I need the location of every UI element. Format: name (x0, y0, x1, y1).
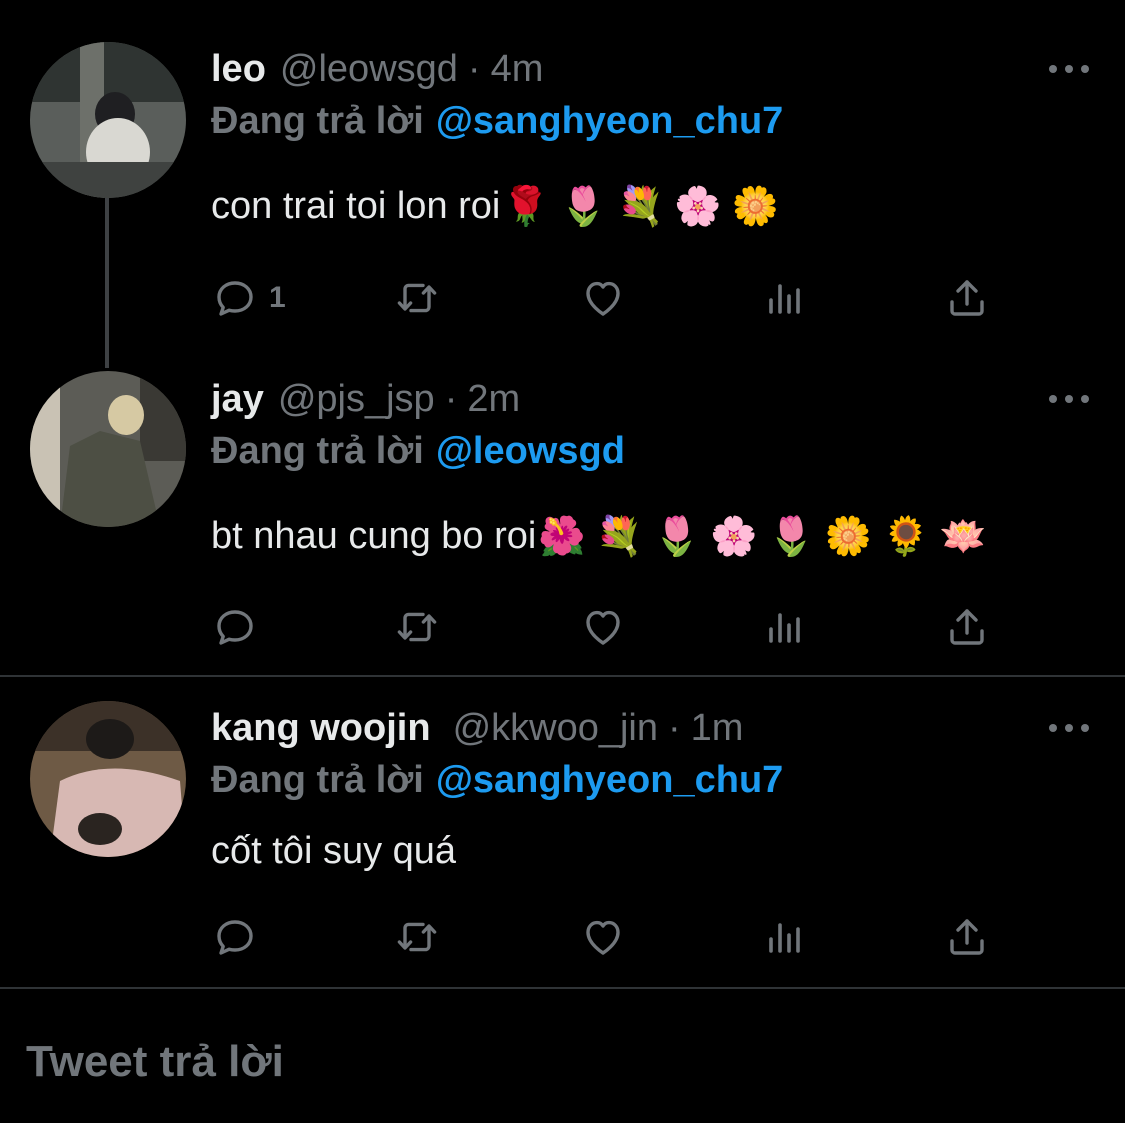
replying-to-label: Đang trả lời (211, 429, 424, 472)
timestamp[interactable]: 2m (467, 378, 520, 421)
like-icon (579, 603, 627, 651)
more-icon[interactable] (1049, 393, 1089, 405)
tweet-body: bt nhau cung bo roi (211, 514, 537, 557)
like-button[interactable] (579, 907, 627, 967)
tweet-actions (211, 907, 1011, 967)
replying-to: Đang trả lời @sanghyeon_chu7 (211, 755, 783, 805)
retweet-button[interactable] (393, 597, 441, 657)
separator-dot: · (668, 706, 681, 749)
replying-to-label: Đang trả lời (211, 99, 424, 142)
replying-to: Đang trả lời @sanghyeon_chu7 (211, 96, 783, 146)
analytics-button[interactable] (761, 268, 809, 328)
reply-icon (211, 603, 259, 651)
compose-divider (0, 987, 1125, 989)
replying-to-link[interactable]: @sanghyeon_chu7 (436, 759, 783, 802)
replying-to: Đang trả lời @leowsgd (211, 426, 625, 476)
more-icon[interactable] (1049, 63, 1089, 75)
tweet-body: cốt tôi suy quá (211, 829, 457, 872)
compose-placeholder: Tweet trả lời (26, 1037, 284, 1086)
share-button[interactable] (943, 268, 991, 328)
avatar[interactable] (30, 701, 186, 857)
reply-icon (211, 274, 259, 322)
tweet-jay[interactable]: jay @pjs_jsp · 2m Đang trả lời @leowsgd … (0, 345, 1125, 675)
separator-dot: · (444, 377, 458, 420)
reply-icon (211, 913, 259, 961)
timestamp[interactable]: 4m (491, 48, 544, 91)
tweet-actions (211, 597, 1011, 657)
tweet-actions: 1 (211, 268, 1011, 328)
share-button[interactable] (943, 907, 991, 967)
replying-to-label: Đang trả lời (211, 758, 424, 801)
display-name[interactable]: kang woojin (211, 707, 431, 750)
replying-to-link[interactable]: @sanghyeon_chu7 (436, 100, 783, 143)
tweet-kang-woojin[interactable]: kang woojin @kkwoo_jin · 1m Đang trả lời… (0, 677, 1125, 987)
avatar[interactable] (30, 42, 186, 198)
tweet-header: jay @pjs_jsp · 2m (211, 374, 520, 424)
share-icon (943, 603, 991, 651)
analytics-button[interactable] (761, 907, 809, 967)
tweet-leo[interactable]: leo @leowsgd · 4m Đang trả lời @sanghyeo… (0, 0, 1125, 345)
user-handle[interactable]: @pjs_jsp (278, 378, 435, 421)
tweet-emojis: 🌺💐🌷🌸🌷🌼🌻🪷 (538, 513, 997, 558)
analytics-icon (761, 913, 809, 961)
retweet-icon (393, 603, 441, 651)
share-icon (943, 274, 991, 322)
reply-count: 1 (269, 281, 286, 314)
display-name[interactable]: jay (211, 378, 264, 421)
tweet-header: leo @leowsgd · 4m (211, 44, 543, 94)
separator-dot: · (467, 47, 481, 90)
user-handle[interactable]: @kkwoo_jin (453, 707, 658, 750)
replying-to-link[interactable]: @leowsgd (436, 430, 625, 473)
reply-button[interactable]: 1 (211, 268, 286, 328)
retweet-icon (393, 913, 441, 961)
like-icon (579, 274, 627, 322)
like-button[interactable] (579, 268, 627, 328)
tweet-text: con trai toi lon roi 🌹🌷💐🌸🌼 (211, 178, 789, 234)
user-handle[interactable]: @leowsgd (280, 48, 458, 91)
tweet-header: kang woojin @kkwoo_jin · 1m (211, 703, 743, 753)
analytics-icon (761, 603, 809, 651)
more-icon[interactable] (1049, 722, 1089, 734)
tweet-text: cốt tôi suy quá (211, 823, 456, 879)
reply-button[interactable] (211, 597, 259, 657)
tweet-text: bt nhau cung bo roi 🌺💐🌷🌸🌷🌼🌻🪷 (211, 508, 997, 564)
retweet-button[interactable] (393, 907, 441, 967)
share-button[interactable] (943, 597, 991, 657)
retweet-button[interactable] (393, 268, 441, 328)
like-icon (579, 913, 627, 961)
timestamp[interactable]: 1m (691, 707, 744, 750)
reply-thread: leo @leowsgd · 4m Đang trả lời @sanghyeo… (0, 0, 1125, 1123)
share-icon (943, 913, 991, 961)
retweet-icon (393, 274, 441, 322)
analytics-button[interactable] (761, 597, 809, 657)
reply-compose-input[interactable]: Tweet trả lời (26, 1032, 284, 1092)
reply-button[interactable] (211, 907, 259, 967)
avatar[interactable] (30, 371, 186, 527)
analytics-icon (761, 274, 809, 322)
display-name[interactable]: leo (211, 48, 266, 91)
like-button[interactable] (579, 597, 627, 657)
tweet-body: con trai toi lon roi (211, 184, 501, 227)
tweet-emojis: 🌹🌷💐🌸🌼 (502, 183, 789, 228)
